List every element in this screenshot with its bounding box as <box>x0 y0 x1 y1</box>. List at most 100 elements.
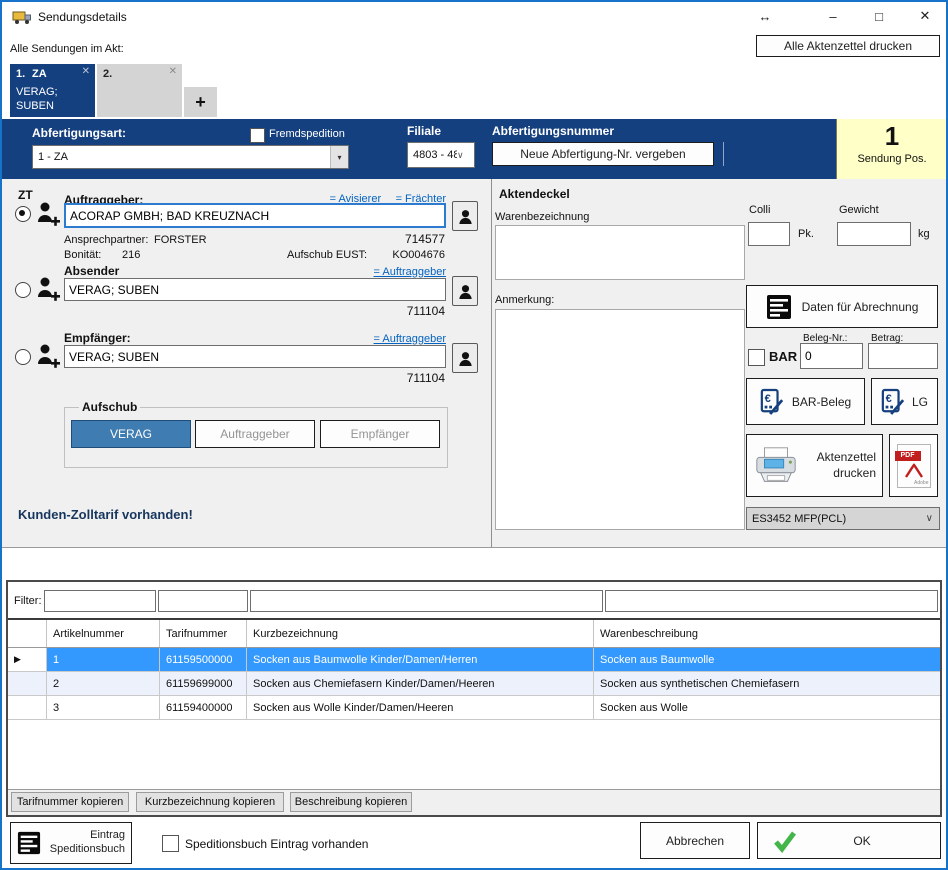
filiale-label: Filiale <box>407 124 441 138</box>
warenbezeichnung-textarea[interactable] <box>495 225 745 280</box>
aufschub-empfaenger-button[interactable]: Empfänger <box>320 420 440 448</box>
aktendeckel-title: Aktendeckel <box>499 187 570 201</box>
tab1-close-icon[interactable]: ✕ <box>82 66 90 77</box>
add-tab-button[interactable]: + <box>184 87 217 117</box>
empfaenger-contact-button[interactable] <box>452 343 478 373</box>
absender-contact-button[interactable] <box>452 276 478 306</box>
check-icon <box>772 829 798 853</box>
table-row[interactable]: 2 61159699000 Socken aus Chemiefasern Ki… <box>8 672 940 696</box>
empfaenger-auftraggeber-link[interactable]: = Auftraggeber <box>374 333 446 345</box>
filter-kurzbezeichnung-input[interactable] <box>250 590 603 612</box>
filiale-select[interactable]: 4803 - 480 ∨ <box>407 142 475 168</box>
col-header-warenbeschreibung[interactable]: Warenbeschreibung <box>594 620 940 647</box>
copy-kurzbezeichnung-button[interactable]: Kurzbezeichnung kopieren <box>136 792 284 812</box>
list-icon <box>17 831 41 855</box>
table-row[interactable]: ▶ 1 61159500000 Socken aus Baumwolle Kin… <box>8 648 940 672</box>
alle-sendungen-label: Alle Sendungen im Akt: <box>10 43 124 55</box>
empfaenger-input[interactable] <box>64 345 446 368</box>
aktenzettel-drucken-button[interactable]: Aktenzettel drucken <box>746 434 883 497</box>
minimize-icon[interactable]: – <box>820 5 846 27</box>
table-cell: 61159699000 <box>160 672 247 695</box>
anmerkung-textarea[interactable] <box>495 309 745 530</box>
lg-label: LG <box>912 395 928 409</box>
table-row[interactable]: 3 61159400000 Socken aus Wolle Kinder/Da… <box>8 696 940 720</box>
empfaenger-label: Empfänger: <box>64 331 131 345</box>
copy-tarifnummer-button[interactable]: Tarifnummer kopieren <box>11 792 129 812</box>
add-person-icon[interactable] <box>36 200 60 232</box>
add-person-icon[interactable] <box>36 342 60 374</box>
chevron-down-icon: ∨ <box>926 513 939 524</box>
auftraggeber-input[interactable] <box>64 203 446 228</box>
absender-auftraggeber-link[interactable]: = Auftraggeber <box>374 266 446 278</box>
tab-shipment-2[interactable]: 2. ✕ <box>97 64 182 117</box>
filter-artikelnummer-input[interactable] <box>44 590 156 612</box>
bar-beleg-button[interactable]: € BAR-Beleg <box>746 378 865 425</box>
filter-tarifnummer-input[interactable] <box>158 590 248 612</box>
bar-checkbox[interactable] <box>748 349 765 366</box>
aufschub-eust-value: KO004676 <box>377 249 445 261</box>
betrag-input[interactable] <box>868 343 938 369</box>
beleg-nr-input[interactable] <box>800 343 863 369</box>
sendung-pos-panel: 1 Sendung Pos. <box>836 119 947 179</box>
chevron-down-icon: ∨ <box>457 150 468 161</box>
table-cell: Socken aus synthetischen Chemiefasern <box>594 672 940 695</box>
pdf-button[interactable]: PDF Adobe <box>889 434 938 497</box>
aufschub-verag-button[interactable]: VERAG <box>71 420 191 448</box>
add-person-icon[interactable] <box>36 275 60 307</box>
maximize-icon[interactable]: □ <box>866 5 892 27</box>
dock-icon[interactable]: ↔ <box>752 5 778 27</box>
empfaenger-number: 711104 <box>332 371 445 385</box>
details-panel: ZT Auftraggeber: = Avisierer = Frächter … <box>2 179 946 548</box>
colli-input[interactable] <box>748 222 790 246</box>
bar-beleg-label: BAR-Beleg <box>792 395 851 409</box>
printer-select[interactable]: ES3452 MFP(PCL) ∨ <box>746 507 940 530</box>
ansprechpartner-value: FORSTER <box>154 234 207 246</box>
daten-fuer-abrechnung-button[interactable]: Daten für Abrechnung <box>746 285 938 328</box>
speditionsbuch-checkbox[interactable] <box>162 835 179 852</box>
col-header-kurzbezeichnung[interactable]: Kurzbezeichnung <box>247 620 594 647</box>
speditionsbuch-checkbox-label: Speditionsbuch Eintrag vorhanden <box>185 837 368 851</box>
neue-abfertigungsnummer-button[interactable]: Neue Abfertigung-Nr. vergeben <box>492 142 714 166</box>
empfaenger-radio[interactable] <box>15 349 31 365</box>
absender-radio[interactable] <box>15 282 31 298</box>
filiale-value: 4803 - 480 <box>408 149 457 161</box>
tab2-number: 2. <box>103 68 112 80</box>
table-cell: Socken aus Chemiefasern Kinder/Damen/Hee… <box>247 672 594 695</box>
col-header-tarifnummer[interactable]: Tarifnummer <box>160 620 247 647</box>
absender-input[interactable] <box>64 278 446 301</box>
lg-button[interactable]: € LG <box>871 378 938 425</box>
aufschub-auftraggeber-button[interactable]: Auftraggeber <box>195 420 315 448</box>
table-cell: 2 <box>47 672 160 695</box>
col-header-artikelnummer[interactable]: Artikelnummer <box>47 620 160 647</box>
list-icon <box>766 294 792 320</box>
fremdspedition-checkbox[interactable] <box>250 128 265 143</box>
ok-button[interactable]: OK <box>757 822 941 859</box>
auftraggeber-number: 714577 <box>332 232 445 246</box>
tab2-close-icon[interactable]: ✕ <box>169 66 177 77</box>
close-icon[interactable]: ✕ <box>912 5 938 27</box>
empfaenger-header-row: Empfänger: = Auftraggeber <box>64 331 446 345</box>
print-all-aktenzettel-button[interactable]: Alle Aktenzettel drucken <box>756 35 940 57</box>
auftraggeber-contact-button[interactable] <box>452 201 478 231</box>
anmerkung-label: Anmerkung: <box>495 294 554 306</box>
cancel-button[interactable]: Abbrechen <box>640 822 750 859</box>
abfertigungsart-label: Abfertigungsart: <box>32 126 126 140</box>
absender-header-row: Absender = Auftraggeber <box>64 264 446 278</box>
gewicht-input[interactable] <box>837 222 911 246</box>
adobe-label: Adobe <box>914 480 928 486</box>
person-icon <box>458 350 473 367</box>
auftraggeber-radio[interactable] <box>15 206 31 222</box>
abrechnung-button-label: Daten für Abrechnung <box>802 300 919 314</box>
row-selector-cell: ▶ <box>8 648 47 671</box>
aktenzettel-label-line2: drucken <box>833 466 876 480</box>
copy-beschreibung-button[interactable]: Beschreibung kopieren <box>290 792 412 812</box>
dropdown-arrow-icon[interactable]: ▾ <box>330 146 348 168</box>
abfertigungsart-select[interactable]: 1 - ZA ▾ <box>32 145 349 169</box>
eintrag-label-line2: Speditionsbuch <box>50 843 125 855</box>
filter-warenbeschreibung-input[interactable] <box>605 590 938 612</box>
eintrag-speditionsbuch-button[interactable]: Eintrag Speditionsbuch <box>10 822 132 864</box>
tab-shipment-1[interactable]: 1. ZA ✕ VERAG; SUBEN <box>10 64 95 117</box>
current-row-arrow-icon: ▶ <box>14 654 21 665</box>
fremdspedition-label: Fremdspedition <box>269 128 345 140</box>
table-cell: 1 <box>47 648 160 671</box>
